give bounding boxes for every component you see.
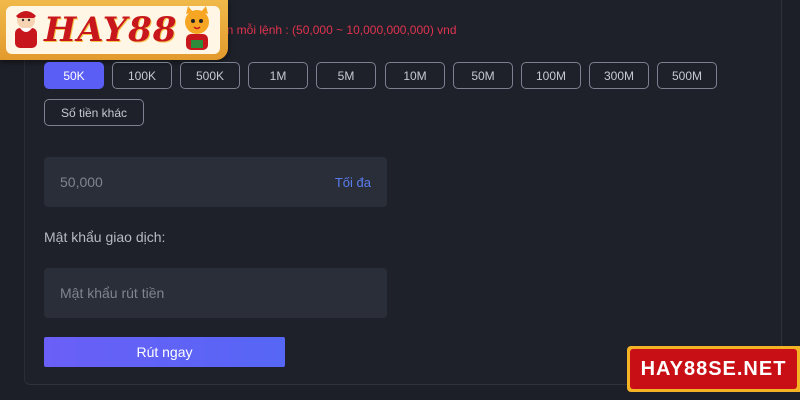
amount-chip-1m[interactable]: 1M	[248, 62, 308, 89]
amount-chip-50m[interactable]: 50M	[453, 62, 513, 89]
amount-chip-50k[interactable]: 50K	[44, 62, 104, 89]
amount-input-placeholder: 50,000	[60, 174, 103, 190]
amount-limit-text: ền mỗi lệnh : (50,000 ~ 10,000,000,000) …	[220, 23, 457, 37]
amount-chip-100m[interactable]: 100M	[521, 62, 581, 89]
amount-chip-10m[interactable]: 10M	[385, 62, 445, 89]
brand-logo[interactable]: HAY88	[0, 0, 228, 60]
site-domain-text: HAY88SE.NET	[630, 349, 797, 389]
god-of-wealth-icon	[15, 11, 37, 48]
amount-chip-500k[interactable]: 500K	[180, 62, 240, 89]
cat-mascot-icon	[185, 6, 209, 50]
amount-chip-100k[interactable]: 100K	[112, 62, 172, 89]
amount-chip-300m[interactable]: 300M	[589, 62, 649, 89]
other-amount-button[interactable]: Số tiền khác	[44, 99, 144, 126]
withdraw-now-button[interactable]: Rút ngay	[44, 337, 285, 367]
amount-chip-500m[interactable]: 500M	[657, 62, 717, 89]
max-amount-button[interactable]: Tối đa	[335, 175, 371, 190]
logo-wordmark: HAY88	[44, 10, 178, 50]
amount-chip-5m[interactable]: 5M	[316, 62, 376, 89]
password-input-placeholder: Mật khẩu rút tiền	[60, 285, 165, 301]
amount-input[interactable]: 50,000 Tối đa	[44, 157, 387, 207]
transaction-password-label: Mật khẩu giao dịch:	[44, 229, 166, 245]
site-domain-badge: HAY88SE.NET	[627, 346, 800, 392]
transaction-password-input[interactable]: Mật khẩu rút tiền	[44, 268, 387, 318]
